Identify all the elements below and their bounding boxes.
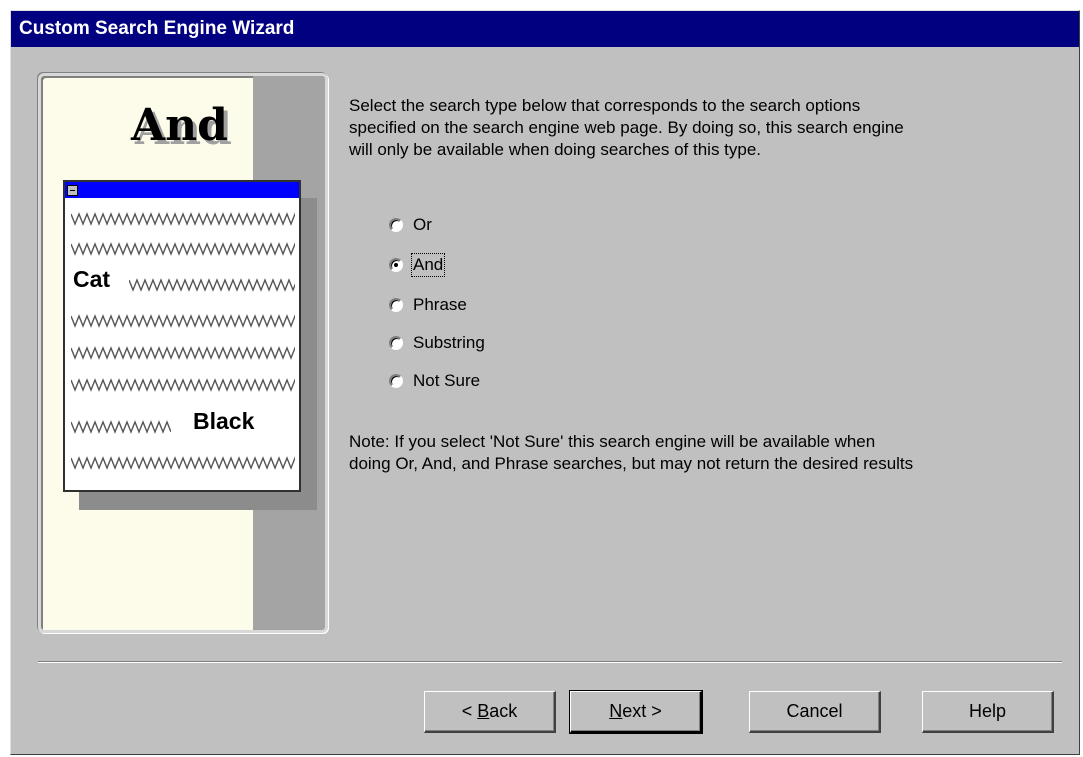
illustration-word-black: Black xyxy=(193,408,255,434)
wavy-text-line xyxy=(71,378,295,392)
radio-option-phrase[interactable]: Phrase xyxy=(389,293,467,317)
instruction-line-1: Select the search type below that corres… xyxy=(349,96,861,115)
radio-button-icon[interactable] xyxy=(389,336,403,350)
radio-option-or[interactable]: Or xyxy=(389,213,432,237)
radio-label-not-sure[interactable]: Not Sure xyxy=(413,371,480,391)
radio-option-and[interactable]: And xyxy=(389,253,446,277)
next-button-accel: N xyxy=(609,701,623,721)
next-button-label: ext > xyxy=(622,701,662,721)
mini-window-illustration: Cat Black xyxy=(63,180,301,492)
radio-button-icon[interactable] xyxy=(389,298,403,312)
help-button-label: Help xyxy=(968,701,1007,721)
radio-label-or[interactable]: Or xyxy=(413,215,432,235)
wavy-text-line xyxy=(71,212,295,226)
wavy-text-line xyxy=(71,456,295,470)
cancel-button[interactable]: Cancel xyxy=(749,691,881,733)
mini-system-menu-icon xyxy=(67,185,78,196)
wavy-text-line xyxy=(71,242,295,256)
radio-option-not-sure[interactable]: Not Sure xyxy=(389,369,480,393)
radio-label-phrase[interactable]: Phrase xyxy=(413,295,467,315)
cancel-button-label: Cancel xyxy=(786,701,843,721)
instruction-line-3: will only be available when doing search… xyxy=(349,140,762,159)
back-button-label: ack xyxy=(489,701,518,721)
illustration-panel: And Cat Black xyxy=(38,73,328,633)
footer-separator xyxy=(38,661,1062,663)
wavy-text-line xyxy=(71,346,295,360)
illustration-word-cat: Cat xyxy=(73,266,111,292)
radio-button-icon[interactable] xyxy=(389,374,403,388)
radio-button-checked-icon[interactable] xyxy=(389,258,403,272)
illustration-heading: And xyxy=(131,100,228,151)
window-title: Custom Search Engine Wizard xyxy=(19,18,295,39)
instruction-line-2: specified on the search engine web page.… xyxy=(349,118,904,137)
wavy-text-line xyxy=(129,278,295,292)
radio-option-substring[interactable]: Substring xyxy=(389,331,485,355)
wavy-text-line xyxy=(71,420,171,434)
help-button[interactable]: Help xyxy=(922,691,1054,733)
wizard-window: Custom Search Engine Wizard And Cat Blac… xyxy=(10,10,1080,755)
note-line-2: doing Or, And, and Phrase searches, but … xyxy=(349,454,914,473)
note-line-1: Note: If you select 'Not Sure' this sear… xyxy=(349,432,876,451)
radio-label-and[interactable]: And xyxy=(410,253,446,277)
back-button[interactable]: < Back xyxy=(424,691,556,733)
mini-window-title-bar xyxy=(65,182,299,198)
back-button-accel: B xyxy=(477,701,490,721)
radio-label-substring[interactable]: Substring xyxy=(413,333,485,353)
radio-button-icon[interactable] xyxy=(389,218,403,232)
wavy-text-line xyxy=(71,314,295,328)
back-button-prefix: < xyxy=(461,701,478,721)
window-title-bar: Custom Search Engine Wizard xyxy=(11,11,1079,47)
next-button[interactable]: Next > xyxy=(569,690,703,734)
